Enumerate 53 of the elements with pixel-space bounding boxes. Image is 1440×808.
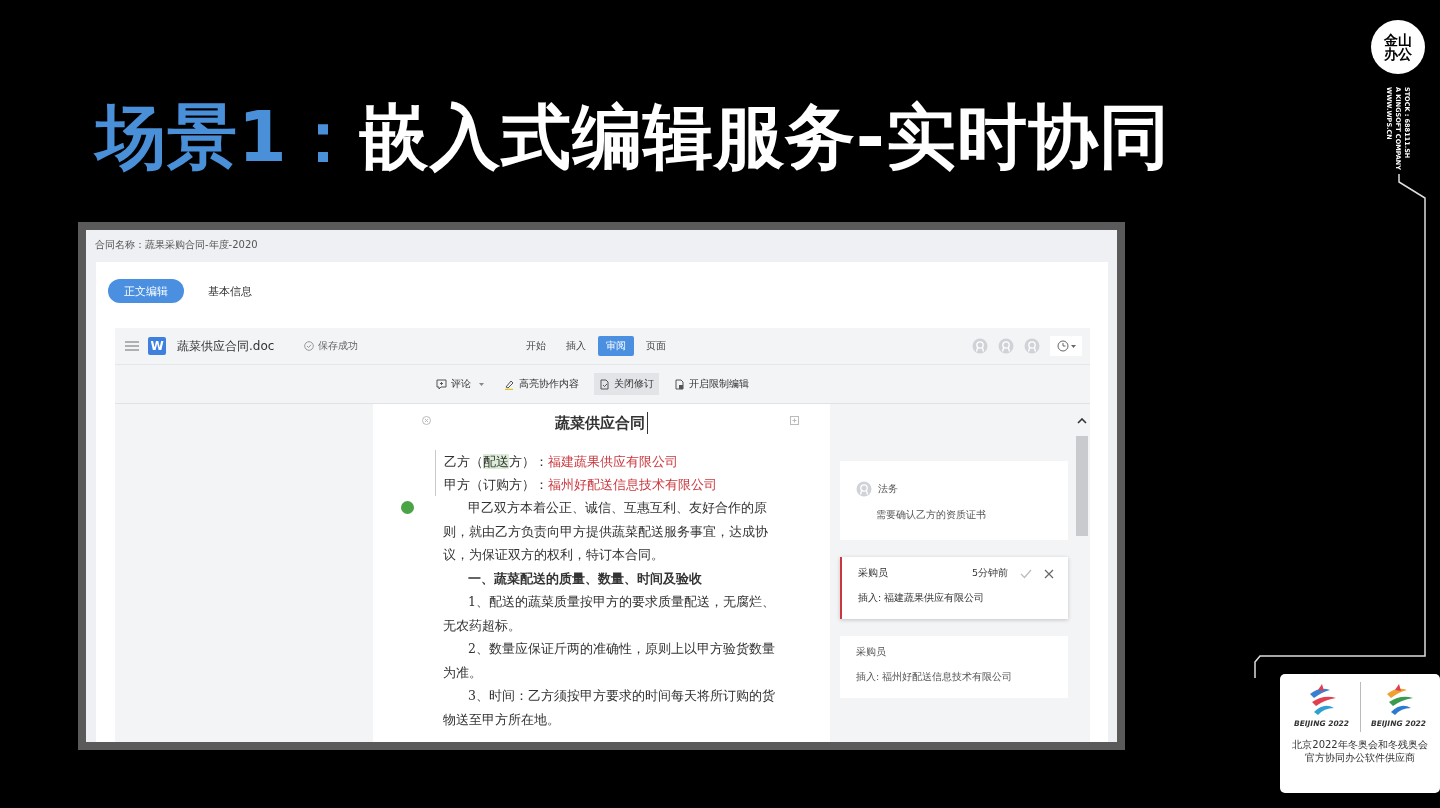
comment-text: 需要确认乙方的资质证书 xyxy=(875,509,987,522)
comment-icon xyxy=(436,378,447,390)
sponsor-caption: 官方协同办公软件供应商 xyxy=(1305,751,1415,764)
caret-icon xyxy=(479,382,484,386)
toolbar-button[interactable]: 开启限制编辑 xyxy=(669,373,754,395)
menu-tab[interactable]: 页面 xyxy=(638,336,675,356)
avatar-icon[interactable] xyxy=(972,338,988,354)
avatar-icon[interactable] xyxy=(998,338,1014,354)
revision-icon xyxy=(599,378,610,390)
menu-icon[interactable] xyxy=(125,341,139,351)
avatar-icon[interactable] xyxy=(1024,338,1040,354)
toolbar-button[interactable]: 评论 xyxy=(431,373,489,395)
check-circle-icon xyxy=(304,341,315,351)
highlighter-icon xyxy=(504,378,515,390)
revision-time: 5分钟前 xyxy=(971,567,1008,580)
comment-marker[interactable] xyxy=(401,501,414,514)
comment-card[interactable]: 法务 需要确认乙方的资质证书 xyxy=(840,461,1068,540)
party-line: 甲方（订购方）：福州好配送信息技术有限公司 xyxy=(444,476,718,494)
section-heading: 一、蔬菜配送的质量、数量、时间及验收 xyxy=(468,570,702,586)
revision-author: 采购员 xyxy=(858,567,888,580)
file-name: 蔬菜供应合同.doc xyxy=(177,337,275,355)
toolbar-button[interactable]: 高亮协作内容 xyxy=(499,373,584,395)
revision-text: 插入: 福建蔬果供应有限公司 xyxy=(858,592,986,605)
revision-author: 采购员 xyxy=(856,646,886,659)
caret-icon xyxy=(1070,344,1076,348)
document-icon: W xyxy=(148,337,166,355)
paragraph: 甲乙双方本着公正、诚信、互惠互利、友好合作的原则，就由乙方负责向甲方提供蔬菜配送服务事宜，达成协议，为保证双方的权利，特订本合同。 xyxy=(443,500,768,562)
tab[interactable]: 基本信息 xyxy=(192,279,268,303)
revision-card[interactable]: 采购员 插入: 福州好配送信息技术有限公司 xyxy=(840,636,1068,698)
clock-icon xyxy=(1056,340,1069,352)
paragraph: 3、时间：乙方须按甲方要求的时间每天将所订购的货物送至甲方所在地。 xyxy=(443,688,775,727)
avatar-icon[interactable] xyxy=(856,481,872,497)
revision-text: 插入: 福州好配送信息技术有限公司 xyxy=(856,671,1014,684)
menu-tab[interactable]: 开始 xyxy=(518,336,555,356)
save-status: 保存成功 xyxy=(318,339,359,353)
scroll-up-icon[interactable] xyxy=(1077,418,1087,424)
add-icon[interactable] xyxy=(790,416,799,425)
toolbar-button[interactable]: 关闭修订 xyxy=(594,373,659,395)
document-title: 蔬菜供应合同 xyxy=(555,412,648,434)
paragraph: 1、配送的蔬菜质量按甲方的要求质量配送，无腐烂、无农药超标。 xyxy=(443,594,775,633)
comment-author: 法务 xyxy=(878,482,898,496)
close-icon[interactable] xyxy=(1044,568,1054,579)
menu-tab[interactable]: 插入 xyxy=(558,336,595,356)
history-button[interactable] xyxy=(1050,336,1082,356)
scrollbar-thumb[interactable] xyxy=(1076,436,1088,536)
lock-document-icon xyxy=(674,378,685,390)
contract-name: 合同名称：蔬果采购合同-年度-2020 xyxy=(94,238,258,252)
revision-card[interactable]: 采购员 5分钟前 插入: 福建蔬果供应有限公司 xyxy=(840,557,1068,619)
company-logo: 金山 办公 xyxy=(1371,20,1425,74)
party-line: 乙方（配送方）：福建蔬果供应有限公司 xyxy=(444,453,679,471)
accept-icon[interactable] xyxy=(1020,568,1032,579)
paragraph: 2、数量应保证斤两的准确性，原则上以甲方验货数量为准。 xyxy=(443,641,775,680)
sponsor-caption: 北京2022年冬奥会和冬残奥会 xyxy=(1292,738,1428,751)
